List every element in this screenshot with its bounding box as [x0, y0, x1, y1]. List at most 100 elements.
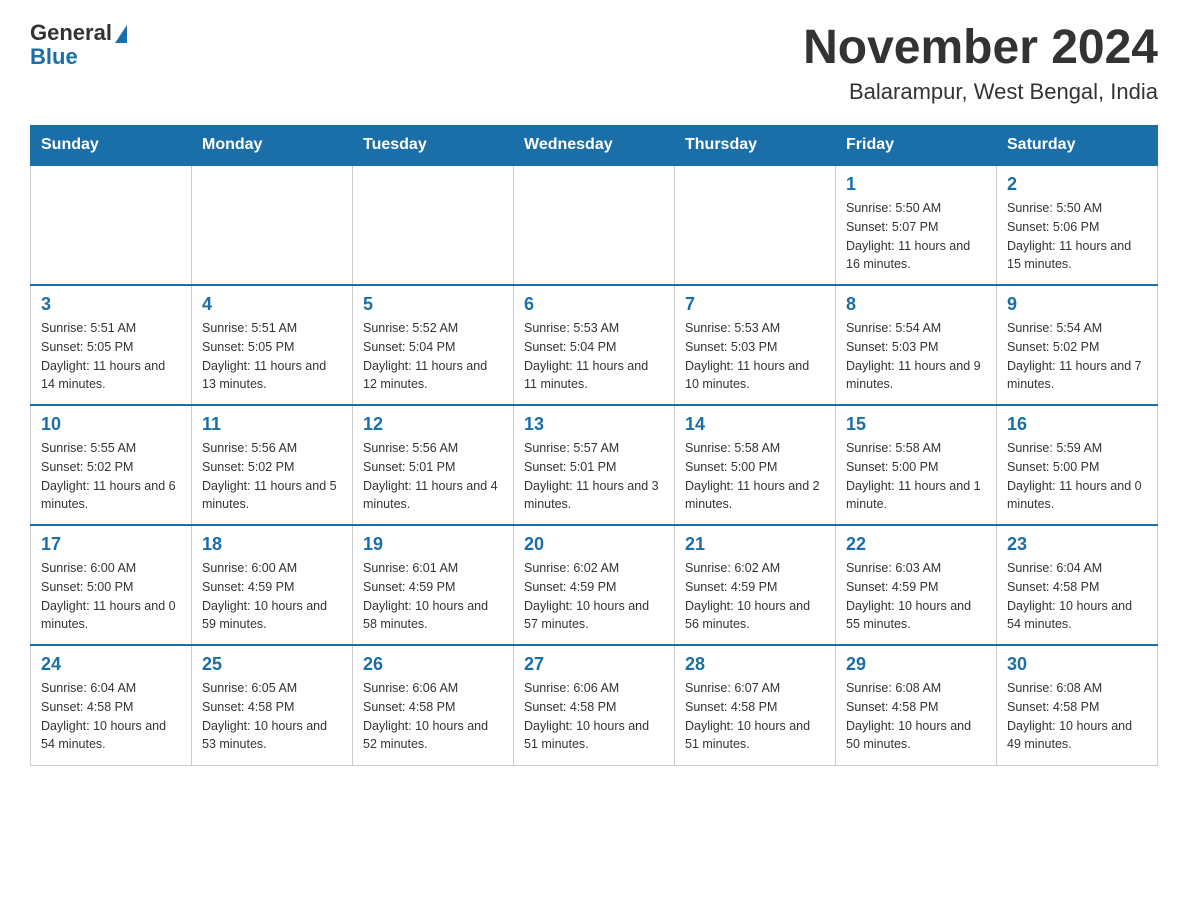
day-info: Sunrise: 6:02 AMSunset: 4:59 PMDaylight:… — [685, 559, 825, 634]
subtitle: Balarampur, West Bengal, India — [803, 79, 1158, 105]
calendar-cell: 19 Sunrise: 6:01 AMSunset: 4:59 PMDayligh… — [353, 525, 514, 645]
column-header-tuesday: Tuesday — [353, 126, 514, 166]
column-header-thursday: Thursday — [675, 126, 836, 166]
calendar-cell: 28 Sunrise: 6:07 AMSunset: 4:58 PMDayligh… — [675, 645, 836, 765]
day-number: 23 — [1007, 534, 1147, 555]
column-header-sunday: Sunday — [31, 126, 192, 166]
calendar-cell: 16 Sunrise: 5:59 AMSunset: 5:00 PMDayligh… — [997, 405, 1158, 525]
column-header-wednesday: Wednesday — [514, 126, 675, 166]
day-info: Sunrise: 5:57 AMSunset: 5:01 PMDaylight:… — [524, 439, 664, 514]
day-info: Sunrise: 6:00 AMSunset: 5:00 PMDaylight:… — [41, 559, 181, 634]
calendar-cell: 12 Sunrise: 5:56 AMSunset: 5:01 PMDayligh… — [353, 405, 514, 525]
day-info: Sunrise: 5:56 AMSunset: 5:02 PMDaylight:… — [202, 439, 342, 514]
calendar-cell: 27 Sunrise: 6:06 AMSunset: 4:58 PMDayligh… — [514, 645, 675, 765]
column-header-monday: Monday — [192, 126, 353, 166]
day-info: Sunrise: 6:07 AMSunset: 4:58 PMDaylight:… — [685, 679, 825, 754]
calendar-cell: 22 Sunrise: 6:03 AMSunset: 4:59 PMDayligh… — [836, 525, 997, 645]
calendar-cell: 10Sunrise: 5:55 AMSunset: 5:02 PMDayligh… — [31, 405, 192, 525]
week-row-1: 1Sunrise: 5:50 AMSunset: 5:07 PMDaylight… — [31, 165, 1158, 285]
calendar-cell — [31, 165, 192, 285]
day-info: Sunrise: 5:54 AMSunset: 5:02 PMDaylight:… — [1007, 319, 1147, 394]
day-info: Sunrise: 6:08 AMSunset: 4:58 PMDaylight:… — [1007, 679, 1147, 754]
day-info: Sunrise: 5:59 AMSunset: 5:00 PMDaylight:… — [1007, 439, 1147, 514]
week-row-4: 17 Sunrise: 6:00 AMSunset: 5:00 PMDayligh… — [31, 525, 1158, 645]
calendar-cell: 21 Sunrise: 6:02 AMSunset: 4:59 PMDayligh… — [675, 525, 836, 645]
day-number: 21 — [685, 534, 825, 555]
calendar-cell: 18 Sunrise: 6:00 AMSunset: 4:59 PMDayligh… — [192, 525, 353, 645]
day-info: Sunrise: 6:02 AMSunset: 4:59 PMDaylight:… — [524, 559, 664, 634]
day-number: 18 — [202, 534, 342, 555]
calendar-cell: 13 Sunrise: 5:57 AMSunset: 5:01 PMDayligh… — [514, 405, 675, 525]
calendar-cell: 4Sunrise: 5:51 AMSunset: 5:05 PMDaylight… — [192, 285, 353, 405]
day-info: Sunrise: 5:53 AMSunset: 5:03 PMDaylight:… — [685, 319, 825, 394]
week-row-5: 24 Sunrise: 6:04 AMSunset: 4:58 PMDayligh… — [31, 645, 1158, 765]
calendar-cell: 1Sunrise: 5:50 AMSunset: 5:07 PMDaylight… — [836, 165, 997, 285]
day-number: 16 — [1007, 414, 1147, 435]
day-info: Sunrise: 5:58 AMSunset: 5:00 PMDaylight:… — [685, 439, 825, 514]
calendar-header-row: SundayMondayTuesdayWednesdayThursdayFrid… — [31, 126, 1158, 166]
day-info: Sunrise: 5:55 AMSunset: 5:02 PMDaylight:… — [41, 439, 181, 514]
day-info: Sunrise: 6:03 AMSunset: 4:59 PMDaylight:… — [846, 559, 986, 634]
day-number: 14 — [685, 414, 825, 435]
day-number: 12 — [363, 414, 503, 435]
calendar-cell: 23 Sunrise: 6:04 AMSunset: 4:58 PMDayligh… — [997, 525, 1158, 645]
logo: General Blue — [30, 20, 127, 70]
day-number: 25 — [202, 654, 342, 675]
calendar-cell: 5Sunrise: 5:52 AMSunset: 5:04 PMDaylight… — [353, 285, 514, 405]
day-number: 30 — [1007, 654, 1147, 675]
page-header: General Blue November 2024 Balarampur, W… — [30, 20, 1158, 105]
day-number: 17 — [41, 534, 181, 555]
day-number: 22 — [846, 534, 986, 555]
page-title: November 2024 — [803, 20, 1158, 75]
day-number: 7 — [685, 294, 825, 315]
day-info: Sunrise: 5:51 AMSunset: 5:05 PMDaylight:… — [41, 319, 181, 394]
logo-general-text: General — [30, 20, 112, 46]
calendar-cell — [675, 165, 836, 285]
day-info: Sunrise: 6:04 AMSunset: 4:58 PMDaylight:… — [1007, 559, 1147, 634]
calendar-cell: 17 Sunrise: 6:00 AMSunset: 5:00 PMDayligh… — [31, 525, 192, 645]
day-info: Sunrise: 5:56 AMSunset: 5:01 PMDaylight:… — [363, 439, 503, 514]
calendar-cell: 11Sunrise: 5:56 AMSunset: 5:02 PMDayligh… — [192, 405, 353, 525]
day-info: Sunrise: 6:04 AMSunset: 4:58 PMDaylight:… — [41, 679, 181, 754]
day-number: 29 — [846, 654, 986, 675]
day-info: Sunrise: 6:05 AMSunset: 4:58 PMDaylight:… — [202, 679, 342, 754]
calendar-cell: 20 Sunrise: 6:02 AMSunset: 4:59 PMDayligh… — [514, 525, 675, 645]
day-number: 20 — [524, 534, 664, 555]
logo-triangle-icon — [115, 25, 127, 43]
calendar-cell: 30 Sunrise: 6:08 AMSunset: 4:58 PMDayligh… — [997, 645, 1158, 765]
day-number: 15 — [846, 414, 986, 435]
column-header-friday: Friday — [836, 126, 997, 166]
day-number: 13 — [524, 414, 664, 435]
day-number: 19 — [363, 534, 503, 555]
calendar-cell — [353, 165, 514, 285]
day-info: Sunrise: 6:06 AMSunset: 4:58 PMDaylight:… — [524, 679, 664, 754]
title-block: November 2024 Balarampur, West Bengal, I… — [803, 20, 1158, 105]
column-header-saturday: Saturday — [997, 126, 1158, 166]
calendar-cell: 26Sunrise: 6:06 AMSunset: 4:58 PMDayligh… — [353, 645, 514, 765]
day-info: Sunrise: 5:50 AMSunset: 5:06 PMDaylight:… — [1007, 199, 1147, 274]
day-number: 1 — [846, 174, 986, 195]
calendar-cell: 8Sunrise: 5:54 AMSunset: 5:03 PMDaylight… — [836, 285, 997, 405]
calendar-cell: 29Sunrise: 6:08 AMSunset: 4:58 PMDayligh… — [836, 645, 997, 765]
day-number: 28 — [685, 654, 825, 675]
calendar-cell — [514, 165, 675, 285]
day-number: 8 — [846, 294, 986, 315]
day-number: 2 — [1007, 174, 1147, 195]
week-row-3: 10Sunrise: 5:55 AMSunset: 5:02 PMDayligh… — [31, 405, 1158, 525]
calendar-cell: 6Sunrise: 5:53 AMSunset: 5:04 PMDaylight… — [514, 285, 675, 405]
calendar-cell — [192, 165, 353, 285]
day-info: Sunrise: 6:00 AMSunset: 4:59 PMDaylight:… — [202, 559, 342, 634]
day-number: 24 — [41, 654, 181, 675]
calendar-cell: 15Sunrise: 5:58 AMSunset: 5:00 PMDayligh… — [836, 405, 997, 525]
day-info: Sunrise: 5:52 AMSunset: 5:04 PMDaylight:… — [363, 319, 503, 394]
logo-blue-text: Blue — [30, 44, 78, 70]
day-number: 4 — [202, 294, 342, 315]
calendar-table: SundayMondayTuesdayWednesdayThursdayFrid… — [30, 125, 1158, 766]
week-row-2: 3Sunrise: 5:51 AMSunset: 5:05 PMDaylight… — [31, 285, 1158, 405]
day-info: Sunrise: 5:53 AMSunset: 5:04 PMDaylight:… — [524, 319, 664, 394]
day-number: 9 — [1007, 294, 1147, 315]
day-number: 27 — [524, 654, 664, 675]
calendar-cell: 2 Sunrise: 5:50 AMSunset: 5:06 PMDaylight… — [997, 165, 1158, 285]
calendar-cell: 3Sunrise: 5:51 AMSunset: 5:05 PMDaylight… — [31, 285, 192, 405]
day-info: Sunrise: 6:01 AMSunset: 4:59 PMDaylight:… — [363, 559, 503, 634]
